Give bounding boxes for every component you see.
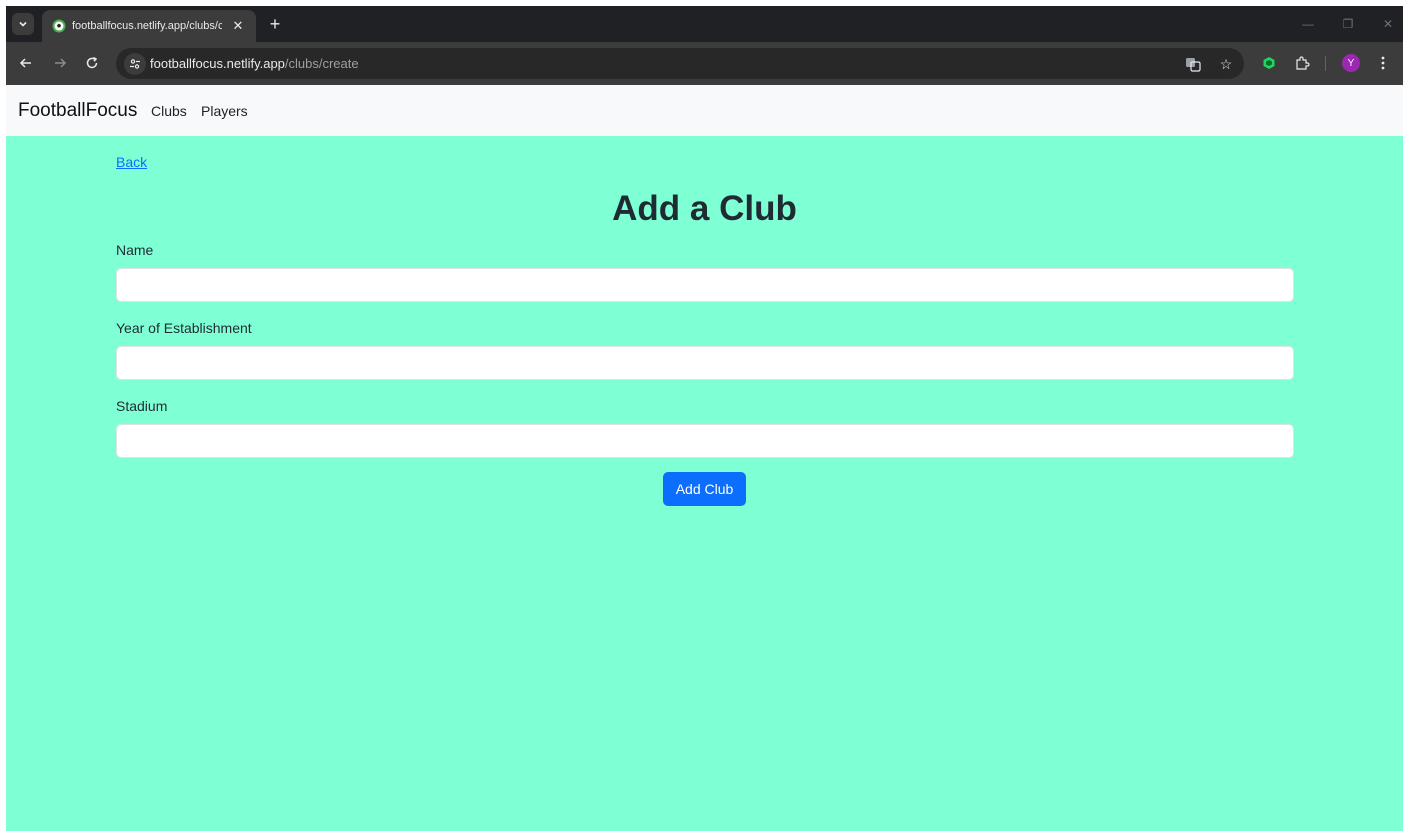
minimize-icon[interactable]: — [1299,17,1317,31]
reload-button[interactable] [82,53,102,73]
brand-link[interactable]: FootballFocus [18,100,137,122]
arrow-left-icon [19,58,31,68]
translate-icon[interactable] [1184,55,1202,73]
address-bar[interactable]: footballfocus.netlify.app/clubs/create ☆ [116,48,1244,79]
back-button[interactable] [16,53,36,73]
forward-button[interactable] [50,53,70,73]
tab-title: footballfocus.netlify.app/clubs/create [72,20,222,32]
more-vert-icon[interactable] [1374,54,1392,72]
close-icon[interactable]: ✕ [230,18,246,34]
url-host: footballfocus.netlify.app [150,56,285,71]
browser-tab[interactable]: footballfocus.netlify.app/clubs/create ✕ [42,10,256,42]
new-tab-button[interactable]: + [264,13,286,35]
stadium-field[interactable] [116,424,1294,458]
nav-link-clubs[interactable]: Clubs [151,103,187,120]
tab-bar: footballfocus.netlify.app/clubs/create ✕… [6,6,1403,42]
year-field[interactable] [116,346,1294,380]
site-info-button[interactable] [124,53,146,75]
name-label: Name [116,242,154,258]
back-link[interactable]: Back [116,154,147,171]
reload-icon [86,56,98,69]
browser-toolbar: footballfocus.netlify.app/clubs/create ☆… [6,42,1403,85]
puzzle-icon[interactable] [1293,54,1311,72]
extension-cube-icon[interactable] [1260,54,1278,72]
chevron-down-icon [19,21,27,27]
toolbar-separator [1325,56,1326,71]
window-controls: — ❐ ✕ [1299,6,1397,42]
page-title: Add a Club [612,189,797,228]
site-navbar: FootballFocus Clubs Players [6,85,1403,136]
name-field[interactable] [116,268,1294,302]
stadium-label: Stadium [116,398,168,414]
url-text[interactable]: footballfocus.netlify.app/clubs/create [150,56,359,72]
nav-link-players[interactable]: Players [201,103,248,120]
add-club-button[interactable]: Add Club [663,472,746,506]
tune-icon [130,59,140,69]
restore-icon[interactable]: ❐ [1339,17,1357,31]
arrow-right-icon [55,58,67,68]
tab-list-button[interactable] [12,13,34,35]
browser-window: footballfocus.netlify.app/clubs/create ✕… [6,6,1403,831]
close-window-icon[interactable]: ✕ [1379,17,1397,31]
year-label: Year of Establishment [116,320,252,336]
star-icon[interactable]: ☆ [1217,55,1235,73]
soccer-ball-icon [52,19,66,33]
url-path: /clubs/create [284,56,359,71]
avatar[interactable]: Y [1342,54,1360,72]
